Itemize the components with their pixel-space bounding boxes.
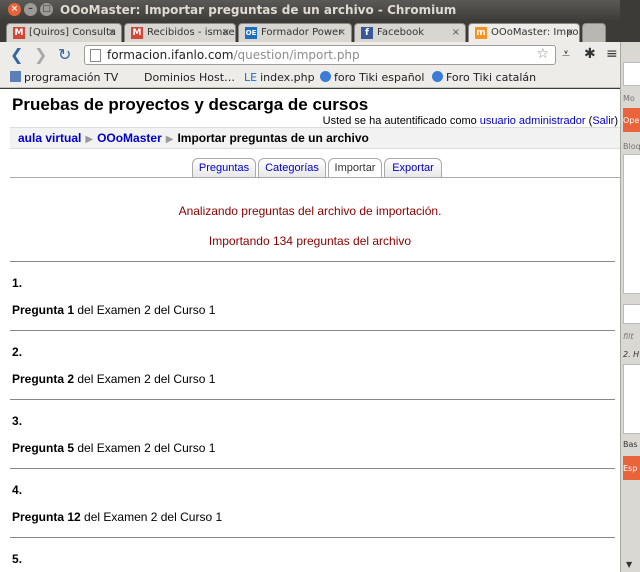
gmail-icon: M	[131, 27, 143, 39]
moodle-icon: m	[475, 27, 487, 39]
background-window-label: Bas	[623, 440, 638, 449]
le-icon: LE	[244, 71, 258, 84]
breadcrumb-separator-icon: ▶	[85, 134, 94, 145]
divider	[10, 261, 615, 262]
window-close-button[interactable]: ×	[8, 3, 21, 16]
gmail-icon: M	[13, 27, 25, 39]
menu-icon[interactable]: ≡	[606, 46, 618, 62]
reload-icon[interactable]: ↻	[58, 46, 71, 64]
tab-close-icon[interactable]: ×	[452, 27, 460, 38]
tab-close-icon[interactable]: ×	[222, 27, 230, 38]
background-window-label: Bloq	[623, 142, 640, 151]
bookmarks-bar: programación TV Dominios Host… LE index.p…	[0, 68, 620, 88]
browser-tab-2[interactable]: M Recibidos - ismae ×	[124, 23, 236, 42]
address-path: /question/import.php	[233, 48, 360, 62]
tab-strip: M [Quiros] Consulta × M Recibidos - isma…	[0, 20, 620, 42]
logout-link[interactable]: Salir	[592, 115, 614, 127]
bookmark-foro-tiki-espanol[interactable]: foro Tiki español	[320, 71, 424, 84]
tab-label: [Quiros] Consulta	[29, 27, 117, 38]
background-window-label: Mo	[623, 94, 635, 103]
browser-tab-4[interactable]: f Facebook ×	[354, 23, 466, 42]
scroll-down-icon[interactable]: ▼	[626, 560, 632, 569]
page-content: Pruebas de proyectos y descarga de curso…	[0, 89, 620, 572]
background-window: Mo Ope Bloq filt 2. H Bas Esp	[620, 42, 640, 572]
question-number: 4.	[12, 483, 23, 497]
tab-label: Formador Power	[261, 27, 343, 38]
window-minimize-button[interactable]: –	[24, 3, 37, 16]
background-window-filter[interactable]: filt	[623, 332, 634, 341]
tab-close-icon[interactable]: ×	[108, 27, 116, 38]
tiki-icon	[432, 71, 443, 82]
parsing-message: Analizando preguntas del archivo de impo…	[178, 204, 442, 218]
divider	[10, 399, 615, 400]
tiki-icon	[320, 71, 331, 82]
breadcrumb: aula virtual ▶ OOoMaster ▶ Importar pregunta…	[10, 127, 620, 149]
breadcrumb-course[interactable]: OOoMaster	[97, 131, 162, 145]
browser-tab-3[interactable]: OE Formador Power ×	[238, 23, 352, 42]
question-text: Pregunta 5 del Examen 2 del Curso 1	[12, 441, 216, 455]
browser-toolbar: ❮ ❯ ↻ formacion.ifanlo.com/question/impo…	[0, 42, 620, 68]
importing-message: Importando 134 preguntas del archivo	[208, 234, 412, 248]
breadcrumb-separator-icon: ▶	[165, 134, 174, 145]
login-info: Usted se ha autentificado como usuario a…	[322, 115, 618, 127]
breadcrumb-home[interactable]: aula virtual	[18, 131, 81, 145]
question-number: 3.	[12, 414, 23, 428]
site-title: Pruebas de proyectos y descarga de curso…	[12, 95, 369, 114]
question-number: 2.	[12, 345, 23, 359]
bookmark-foro-tiki-catalan[interactable]: Foro Tiki catalán	[432, 71, 536, 84]
bookmark-star-icon[interactable]: ☆	[536, 46, 549, 62]
divider	[10, 468, 615, 469]
tab-close-icon[interactable]: ×	[566, 27, 574, 38]
question-text: Pregunta 1 del Examen 2 del Curso 1	[12, 303, 216, 317]
address-host: formacion.ifanlo.com	[107, 48, 234, 62]
divider	[10, 537, 615, 538]
facebook-icon: f	[361, 27, 373, 39]
wrench-icon[interactable]: ✱	[584, 46, 596, 62]
background-window-button[interactable]: Esp	[623, 456, 640, 480]
bookmark-dominios-host[interactable]: Dominios Host…	[144, 71, 235, 84]
tv-icon	[10, 71, 21, 82]
user-link[interactable]: usuario administrador	[480, 115, 586, 127]
bookmark-programacion-tv[interactable]: programación TV	[10, 71, 118, 84]
question-text: Pregunta 12 del Examen 2 del Curso 1	[12, 510, 223, 524]
background-window-pane	[623, 364, 640, 434]
tab-importar[interactable]: Importar	[328, 158, 382, 178]
background-window-button[interactable]: Ope	[623, 108, 640, 132]
divider	[10, 330, 615, 331]
extension-icon[interactable]: ⩡	[562, 46, 570, 62]
browser-tab-5-active[interactable]: m OOoMaster: Impo ×	[468, 23, 580, 42]
forward-icon[interactable]: ❯	[34, 46, 47, 64]
background-window-pane	[623, 304, 640, 324]
tab-categorias[interactable]: Categorías	[258, 158, 326, 178]
background-window-label: 2. H	[623, 350, 640, 359]
page-icon	[90, 49, 101, 62]
tabs-underline	[10, 177, 620, 178]
window-maximize-button[interactable]: □	[40, 3, 53, 16]
new-tab-button[interactable]	[582, 23, 606, 42]
question-number: 5.	[12, 552, 23, 566]
openoffice-icon: OE	[245, 27, 257, 39]
back-icon[interactable]: ❮	[10, 46, 23, 64]
tab-label: Facebook	[377, 27, 424, 38]
address-bar[interactable]: formacion.ifanlo.com/question/import.php…	[84, 45, 556, 65]
window-title: OOoMaster: Importar preguntas de un arch…	[60, 3, 457, 17]
tab-preguntas[interactable]: Preguntas	[192, 158, 256, 178]
question-bank-tabs: Preguntas Categorías Importar Exportar	[0, 158, 620, 178]
bookmark-index-php[interactable]: LE index.php	[244, 71, 315, 84]
question-number: 1.	[12, 276, 23, 290]
question-text: Pregunta 2 del Examen 2 del Curso 1	[12, 372, 216, 386]
background-window-pane	[623, 154, 640, 294]
tab-exportar[interactable]: Exportar	[384, 158, 442, 178]
background-window-pane	[623, 62, 640, 86]
browser-tab-1[interactable]: M [Quiros] Consulta ×	[6, 23, 122, 42]
window-titlebar: × – □ OOoMaster: Importar preguntas de u…	[0, 0, 620, 20]
tab-close-icon[interactable]: ×	[338, 27, 346, 38]
breadcrumb-current: Importar preguntas de un archivo	[177, 131, 369, 145]
